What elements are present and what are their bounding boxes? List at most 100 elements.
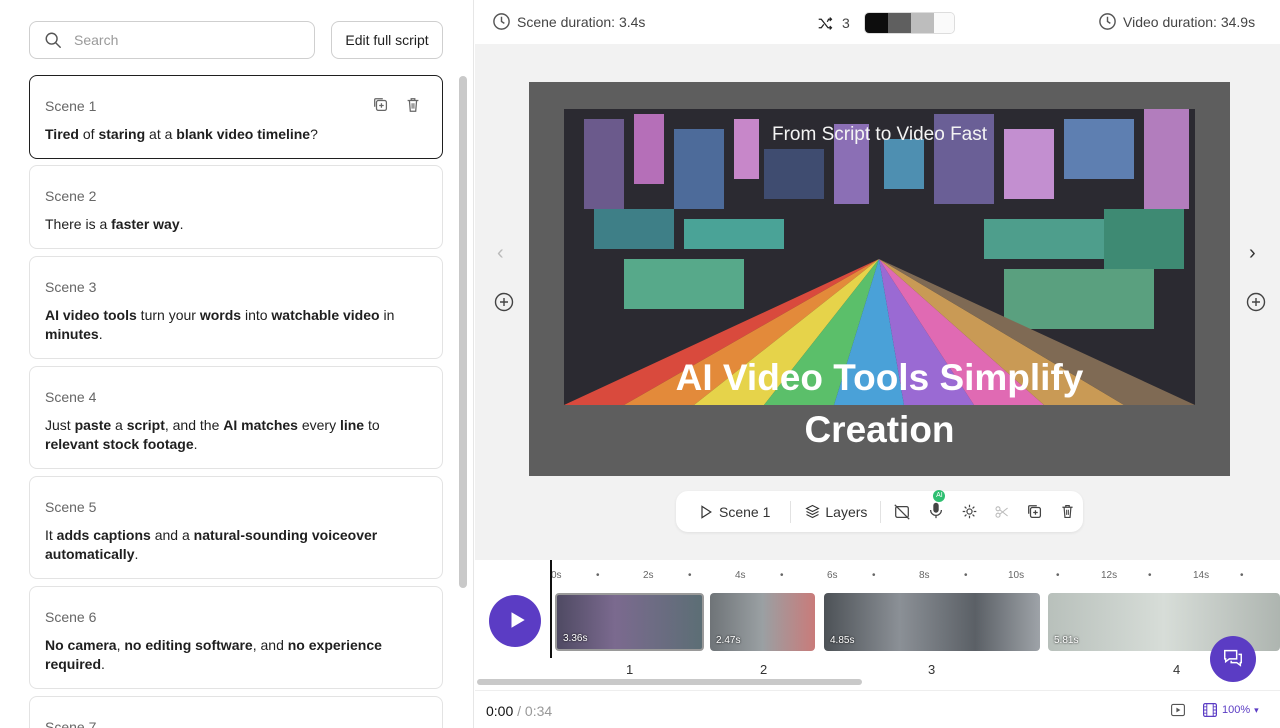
film-icon [1203, 703, 1217, 717]
play-outline-icon [701, 504, 712, 519]
timeline: 0s • 2s • 4s • 6s • 8s • 10s • 12s • 14s… [475, 560, 1280, 688]
layers-label: Layers [825, 503, 868, 520]
scene-label: Scene 1 [45, 98, 97, 114]
app-root: Edit full script Scene 1 Tired of starin… [0, 0, 1280, 728]
top-bar: Scene duration: 3.4s 3 Video duration: 3… [475, 0, 1280, 44]
timeline-clip-3[interactable]: 4.85s [824, 593, 1040, 651]
tick-dot: • [872, 570, 876, 581]
timeline-scrollbar[interactable] [477, 679, 862, 685]
swatch-light-gray[interactable] [910, 13, 934, 33]
scene-text[interactable]: Tired of staring at a blank video timeli… [45, 125, 427, 144]
search-input[interactable] [74, 32, 274, 48]
edit-full-script-button[interactable]: Edit full script [331, 21, 443, 59]
scene-text[interactable]: No camera, no editing software, and no e… [45, 636, 427, 674]
tick-dot: • [1148, 570, 1152, 581]
scene-text[interactable]: It adds captions and a natural-sounding … [45, 526, 427, 564]
shuffle-control[interactable]: 3 [817, 12, 955, 34]
trash-icon[interactable] [404, 96, 422, 114]
hide-media-icon[interactable] [893, 503, 911, 521]
scene-selector-label: Scene 1 [719, 503, 771, 520]
tick-label: 6s [827, 570, 838, 581]
toolbar-divider [880, 500, 882, 523]
play-button[interactable] [489, 595, 541, 647]
search-box[interactable] [29, 21, 315, 59]
video-canvas[interactable]: From Script to Video Fast AI Video Tools… [529, 82, 1230, 476]
scene-toolbar: Scene 1 Layers AI [676, 490, 1083, 532]
video-duration-text: Video duration: 34.9s [1123, 13, 1256, 30]
tick-label: 14s [1193, 570, 1210, 581]
color-palette-swatches[interactable] [863, 12, 955, 34]
scene-text[interactable]: There is a faster way. [45, 215, 427, 234]
scene-card-4[interactable]: Scene 4 Just paste a script, and the AI … [29, 366, 443, 469]
scene-list-scrollbar[interactable] [459, 76, 467, 588]
scene-duration: Scene duration: 3.4s [492, 12, 645, 31]
caption-main-line-1: AI Video Tools Simplify [675, 357, 1084, 398]
next-scene-chevron-icon[interactable]: › [1249, 242, 1256, 265]
shuffle-icon[interactable] [817, 15, 834, 32]
play-icon [511, 611, 525, 628]
caption-top[interactable]: From Script to Video Fast [529, 124, 1230, 146]
tick-label: 8s [919, 570, 930, 581]
scene-card-6[interactable]: Scene 6 No camera, no editing software, … [29, 586, 443, 689]
preview-mode-icon[interactable] [1169, 702, 1187, 718]
scene-card-2[interactable]: Scene 2 There is a faster way. [29, 165, 443, 249]
scene-selector[interactable]: Scene 1 [698, 504, 770, 520]
video-duration: Video duration: 34.9s [1098, 12, 1255, 31]
script-panel: Edit full script Scene 1 Tired of starin… [0, 0, 474, 728]
scene-text[interactable]: AI video tools turn your words into watc… [45, 306, 427, 344]
scene-text[interactable]: Just paste a script, and the AI matches … [45, 416, 427, 454]
zoom-selector[interactable]: 100% ▾ [1196, 698, 1266, 722]
playback-time: 0:00 / 0:34 [486, 703, 552, 719]
swatch-dark-gray[interactable] [887, 13, 911, 33]
clip-duration: 4.85s [830, 635, 855, 646]
scene-card-3[interactable]: Scene 3 AI video tools turn your words i… [29, 256, 443, 359]
current-time: 0:00 [486, 703, 514, 719]
add-scene-before-icon[interactable] [494, 292, 514, 312]
trash-icon[interactable] [1059, 503, 1076, 520]
layers-button[interactable]: Layers [805, 504, 867, 520]
clip-number: 4 [1173, 662, 1181, 677]
tick-dot: • [688, 570, 692, 581]
clip-duration: 5.81s [1054, 635, 1079, 646]
add-scene-after-icon[interactable] [1246, 292, 1266, 312]
shuffle-count: 3 [842, 15, 850, 31]
clip-number: 2 [760, 662, 768, 677]
clip-number: 3 [928, 662, 936, 677]
tick-dot: • [1240, 570, 1244, 581]
prev-scene-chevron-icon[interactable]: ‹ [497, 242, 504, 265]
tick-label: 0s [551, 570, 562, 581]
scene-card-5[interactable]: Scene 5 It adds captions and a natural-s… [29, 476, 443, 579]
tick-dot: • [964, 570, 968, 581]
scene-card-7[interactable]: Scene 7 [29, 696, 443, 728]
voiceover-button[interactable]: AI [927, 490, 946, 522]
tick-label: 12s [1101, 570, 1118, 581]
scene-label: Scene 2 [45, 188, 97, 204]
chevron-down-icon: ▾ [1254, 704, 1259, 715]
scene-label: Scene 3 [45, 279, 97, 295]
swatch-white[interactable] [933, 13, 954, 33]
tick-dot: • [780, 570, 784, 581]
timeline-clip-1[interactable]: 3.36s [555, 593, 704, 651]
layers-icon [805, 504, 821, 519]
chat-button[interactable] [1210, 636, 1256, 682]
scene-duration-text: Scene duration: 3.4s [517, 13, 646, 30]
caption-main[interactable]: AI Video Tools Simplify Creation [529, 352, 1230, 456]
scene-label: Scene 6 [45, 609, 97, 625]
duplicate-icon[interactable] [1026, 503, 1044, 521]
clock-icon [1099, 13, 1116, 30]
settings-gear-icon[interactable] [961, 503, 978, 520]
scene-card-1[interactable]: Scene 1 Tired of staring at a blank vide… [29, 75, 443, 159]
playhead[interactable] [550, 560, 552, 658]
scene-card-actions [372, 96, 422, 114]
caption-main-line-2: Creation [804, 409, 955, 450]
microphone-icon[interactable] [927, 501, 945, 519]
duplicate-icon[interactable] [372, 96, 390, 114]
timeline-clip-2[interactable]: 2.47s [710, 593, 815, 651]
swatch-black[interactable] [864, 13, 888, 33]
tick-label: 4s [735, 570, 746, 581]
playback-bar: 0:00 / 0:34 100% ▾ [475, 690, 1280, 728]
scene-label: Scene 5 [45, 499, 97, 515]
chat-icon [1224, 649, 1242, 667]
scissors-icon[interactable] [994, 504, 1010, 520]
scene-label: Scene 7 [45, 719, 97, 728]
